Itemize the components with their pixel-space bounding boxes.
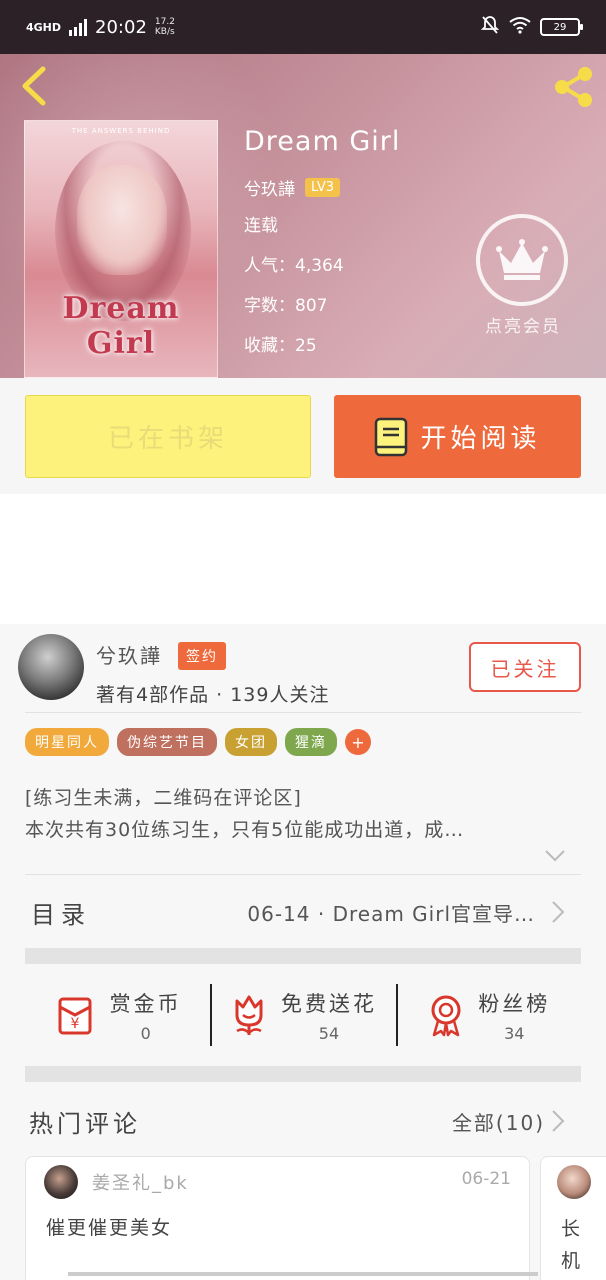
comment-text: 长机 [561, 1218, 581, 1272]
status-bar: 4GHD 20:02 17.2 KB/s 29 [0, 0, 606, 54]
section-separator [25, 1066, 581, 1082]
red-envelope-icon: ¥ [58, 997, 92, 1035]
tag-item[interactable]: 明星同人 [25, 728, 109, 756]
word-count: 字数：807 [244, 296, 328, 316]
expand-description-button[interactable] [544, 848, 566, 867]
vip-button[interactable]: 点亮会员 [476, 214, 570, 337]
tag-list: 明星同人 伪综艺节目 女团 猩滴 + [25, 728, 371, 756]
vip-label: 点亮会员 [485, 317, 561, 337]
back-button[interactable] [14, 66, 54, 106]
commenter-avatar[interactable] [557, 1165, 591, 1199]
fan-ranking-button[interactable]: 粉丝榜 34 [395, 964, 581, 1066]
chevron-down-icon [545, 850, 565, 862]
blank-area [0, 494, 606, 624]
comment-card[interactable]: 姜圣礼_bk 06-21 催更催更美女 [25, 1156, 530, 1280]
gift-bar: ¥ 赏金币 0 免费送花 54 粉丝榜 34 [25, 964, 581, 1066]
author-card-name[interactable]: 兮玖譁 [96, 640, 162, 669]
wifi-icon [508, 16, 532, 39]
comment-card[interactable]: 长机 [540, 1156, 606, 1280]
divider [25, 874, 581, 875]
add-tag-button[interactable]: + [345, 729, 371, 755]
description-line: [练习生未满，二维码在评论区] [25, 787, 302, 809]
table-of-contents-row[interactable]: 目录 06-14 · Dream Girl官宣导… [25, 876, 581, 948]
hot-comments-title: 热门评论 [29, 1109, 141, 1138]
author-stats: 著有4部作品 · 139人关注 [96, 684, 330, 706]
reward-coins-button[interactable]: ¥ 赏金币 0 [25, 964, 210, 1066]
description-line: 本次共有30位练习生，只有5位能成功出道，成… [25, 819, 465, 841]
hot-comments-header: 热门评论 全部(10) [25, 1096, 581, 1146]
toc-label: 目录 [31, 900, 91, 929]
book-info: Dream Girl 兮玖譁 LV3 连载 人气：4,364 字数：807 收藏… [244, 126, 400, 366]
cover-subtitle: THE ANSWERS BEHIND [71, 127, 171, 135]
comment-date: 06-21 [461, 1169, 511, 1189]
latest-chapter: 06-14 · Dream Girl官宣导… [247, 901, 535, 926]
level-badge: LV3 [305, 178, 340, 197]
book-cover[interactable]: THE ANSWERS BEHIND Dream Girl [24, 120, 218, 378]
serial-status: 连载 [244, 216, 278, 236]
author-line: 兮玖譁 LV3 [244, 175, 400, 200]
author-avatar[interactable] [18, 634, 84, 700]
followed-button[interactable]: 已关注 [469, 642, 581, 692]
popularity: 人气：4,364 [244, 256, 344, 276]
send-flower-button[interactable]: 免费送花 54 [210, 964, 395, 1066]
clock: 20:02 [95, 16, 147, 38]
battery-icon: 29 [540, 18, 583, 36]
chevron-right-icon [552, 901, 565, 923]
tag-item[interactable]: 女团 [225, 728, 277, 756]
back-arrow-icon [22, 66, 46, 106]
signed-badge: 签约 [178, 642, 226, 670]
book-title: Dream Girl [244, 126, 401, 157]
book-icon [375, 417, 408, 456]
book-header: THE ANSWERS BEHIND Dream Girl Dream Girl… [0, 54, 606, 378]
in-bookshelf-button[interactable]: 已在书架 [25, 395, 311, 478]
net-speed: 17.2 KB/s [154, 17, 175, 37]
all-comments-link[interactable]: 全部(10) [452, 1107, 565, 1136]
chevron-right-icon [552, 1110, 565, 1132]
tag-item[interactable]: 猩滴 [285, 728, 337, 756]
svg-text:¥: ¥ [70, 1016, 79, 1032]
medal-icon [431, 995, 461, 1037]
comment-text: 催更催更美女 [46, 1217, 173, 1239]
detail-content: 兮玖譁 签约 著有4部作品 · 139人关注 已关注 明星同人 伪综艺节目 女团… [0, 624, 606, 1280]
commenter-avatar[interactable] [44, 1165, 78, 1199]
signal-icon [69, 18, 88, 36]
share-icon [555, 67, 592, 107]
favorites-count: 收藏：25 [244, 336, 317, 356]
author-name[interactable]: 兮玖譁 [244, 175, 295, 200]
author-card: 兮玖譁 签约 著有4部作品 · 139人关注 已关注 [18, 634, 588, 710]
network-type: 4GHD [26, 20, 62, 34]
action-bar: 已在书架 开始阅读 [0, 378, 606, 494]
flower-icon [235, 995, 263, 1035]
commenter-name[interactable]: 姜圣礼_bk [92, 1169, 189, 1195]
horizontal-scroll-indicator [68, 1272, 538, 1276]
divider [25, 712, 581, 713]
share-button[interactable] [550, 64, 596, 110]
mute-icon [480, 15, 500, 40]
tag-item[interactable]: 伪综艺节目 [117, 728, 217, 756]
start-reading-button[interactable]: 开始阅读 [334, 395, 581, 478]
book-description[interactable]: [练习生未满，二维码在评论区] 本次共有30位练习生，只有5位能成功出道，成… [25, 782, 565, 846]
section-separator [25, 948, 581, 964]
cover-title: Dream Girl [62, 291, 180, 361]
crown-icon [496, 239, 548, 280]
